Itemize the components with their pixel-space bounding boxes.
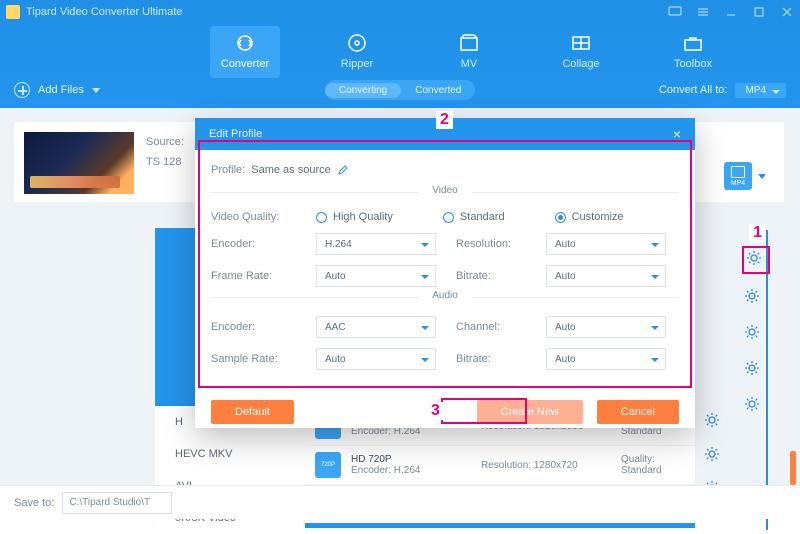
mv-icon <box>458 32 480 54</box>
radio-icon <box>443 212 454 223</box>
video-section-label: Video <box>418 185 471 196</box>
source-thumbnail[interactable] <box>24 132 134 194</box>
add-files-label: Add Files <box>38 84 84 96</box>
tab-collage-label: Collage <box>562 58 599 70</box>
annotation-number: 1 <box>749 224 766 242</box>
convert-button-edge[interactable] <box>790 451 796 485</box>
frame-rate-select[interactable]: Auto <box>316 265 436 287</box>
save-path-input[interactable]: C:\Tipard Studio\T <box>62 492 172 514</box>
gear-icon[interactable] <box>746 250 762 266</box>
video-encoder-select[interactable]: H.264 <box>316 233 436 255</box>
frame-rate-label: Frame Rate: <box>211 270 296 282</box>
tab-mv[interactable]: MV <box>434 26 504 78</box>
resolution-select[interactable]: Auto <box>546 233 666 255</box>
source-meta: TS 128 <box>146 156 184 168</box>
sub-bar: Add Files Converting Converted Convert A… <box>0 78 800 102</box>
convert-all-format-select[interactable]: MP4 <box>735 83 786 98</box>
format-row[interactable]: 720P HD 720PEncoder: H.264 Resolution: 1… <box>305 445 695 484</box>
default-button[interactable]: Default <box>211 400 294 424</box>
radio-high-quality[interactable]: High Quality <box>316 211 393 223</box>
gear-icon[interactable] <box>744 324 760 340</box>
tab-converter[interactable]: Converter <box>210 26 280 78</box>
create-new-button[interactable]: Create New <box>477 400 583 424</box>
gear-icon[interactable] <box>744 396 760 412</box>
cancel-button[interactable]: Cancel <box>597 400 679 424</box>
radio-customize[interactable]: Customize <box>555 211 624 223</box>
tab-converter-label: Converter <box>221 58 269 70</box>
save-bar: Save to: C:\Tipard Studio\T <box>0 485 800 519</box>
gear-icon[interactable] <box>704 412 720 428</box>
toolbox-icon <box>682 32 704 54</box>
chevron-down-icon <box>92 88 100 93</box>
add-files-button[interactable]: Add Files <box>14 82 100 98</box>
profile-value: Same as source <box>251 164 330 176</box>
format-resolution: Resolution: 1280x720 <box>481 460 611 471</box>
save-to-label: Save to: <box>14 497 54 509</box>
format-gear-column <box>700 406 724 496</box>
target-format-badge[interactable]: MP4 <box>724 162 752 190</box>
collage-icon <box>570 32 592 54</box>
tab-ripper-label: Ripper <box>341 58 373 70</box>
radio-icon <box>316 212 327 223</box>
subtab-converted[interactable]: Converted <box>401 83 475 98</box>
audio-bitrate-label: Bitrate: <box>456 353 526 365</box>
app-title: Tipard Video Converter Ultimate <box>26 6 183 18</box>
sample-rate-select[interactable]: Auto <box>316 348 436 370</box>
convert-all-label: Convert All to: <box>659 84 727 96</box>
channel-select[interactable]: Auto <box>546 316 666 338</box>
annotation-number: 3 <box>427 402 444 420</box>
format-encoder: Encoder: H.264 <box>351 465 471 476</box>
gear-icon[interactable] <box>744 360 760 376</box>
pencil-icon[interactable] <box>337 164 349 176</box>
gear-icon[interactable] <box>744 288 760 304</box>
tab-ripper[interactable]: Ripper <box>322 26 392 78</box>
close-icon[interactable] <box>780 5 794 19</box>
chevron-down-icon[interactable] <box>758 174 766 179</box>
format-title: HD 720P <box>351 454 471 465</box>
source-label: Source: <box>146 136 184 148</box>
close-icon[interactable]: × <box>673 126 681 142</box>
video-bitrate-select[interactable]: Auto <box>546 265 666 287</box>
format-badge-icon: 720P <box>315 452 341 478</box>
gear-icon[interactable] <box>704 446 720 462</box>
sample-rate-label: Sample Rate: <box>211 353 296 365</box>
audio-bitrate-select[interactable]: Auto <box>546 348 666 370</box>
radio-icon <box>555 212 566 223</box>
right-gear-column <box>744 288 760 412</box>
radio-standard[interactable]: Standard <box>443 211 505 223</box>
channel-label: Channel: <box>456 321 526 333</box>
main-tabs: Converter Ripper MV Collage Toolbox <box>0 24 800 78</box>
edit-profile-dialog: Edit Profile × Profile: Same as source V… <box>195 118 695 428</box>
title-bar: Tipard Video Converter Ultimate <box>0 0 800 24</box>
video-encoder-label: Encoder: <box>211 238 296 250</box>
ripper-icon <box>346 32 368 54</box>
annotation-number: 2 <box>436 111 453 129</box>
maximize-icon[interactable] <box>752 5 766 19</box>
profile-label: Profile: <box>211 164 245 176</box>
audio-section-label: Audio <box>418 290 472 301</box>
menu-icon[interactable] <box>696 5 710 19</box>
format-quality: Quality: Standard <box>621 454 685 476</box>
video-quality-label: Video Quality: <box>211 211 296 223</box>
category-item[interactable]: HEVC MKV <box>155 438 305 470</box>
dialog-title: Edit Profile <box>209 128 262 140</box>
tab-collage[interactable]: Collage <box>546 26 616 78</box>
resolution-label: Resolution: <box>456 238 526 250</box>
plus-icon <box>14 82 30 98</box>
tab-toolbox-label: Toolbox <box>674 58 712 70</box>
tab-toolbox[interactable]: Toolbox <box>658 26 728 78</box>
video-bitrate-label: Bitrate: <box>456 270 526 282</box>
audio-encoder-select[interactable]: AAC <box>316 316 436 338</box>
audio-encoder-label: Encoder: <box>211 321 296 333</box>
minimize-icon[interactable] <box>724 5 738 19</box>
converter-icon <box>234 32 256 54</box>
tab-mv-label: MV <box>461 58 478 70</box>
sub-tabs: Converting Converted <box>325 80 476 100</box>
feedback-icon[interactable] <box>668 5 682 19</box>
app-logo-icon <box>6 5 20 19</box>
subtab-converting[interactable]: Converting <box>325 83 401 98</box>
